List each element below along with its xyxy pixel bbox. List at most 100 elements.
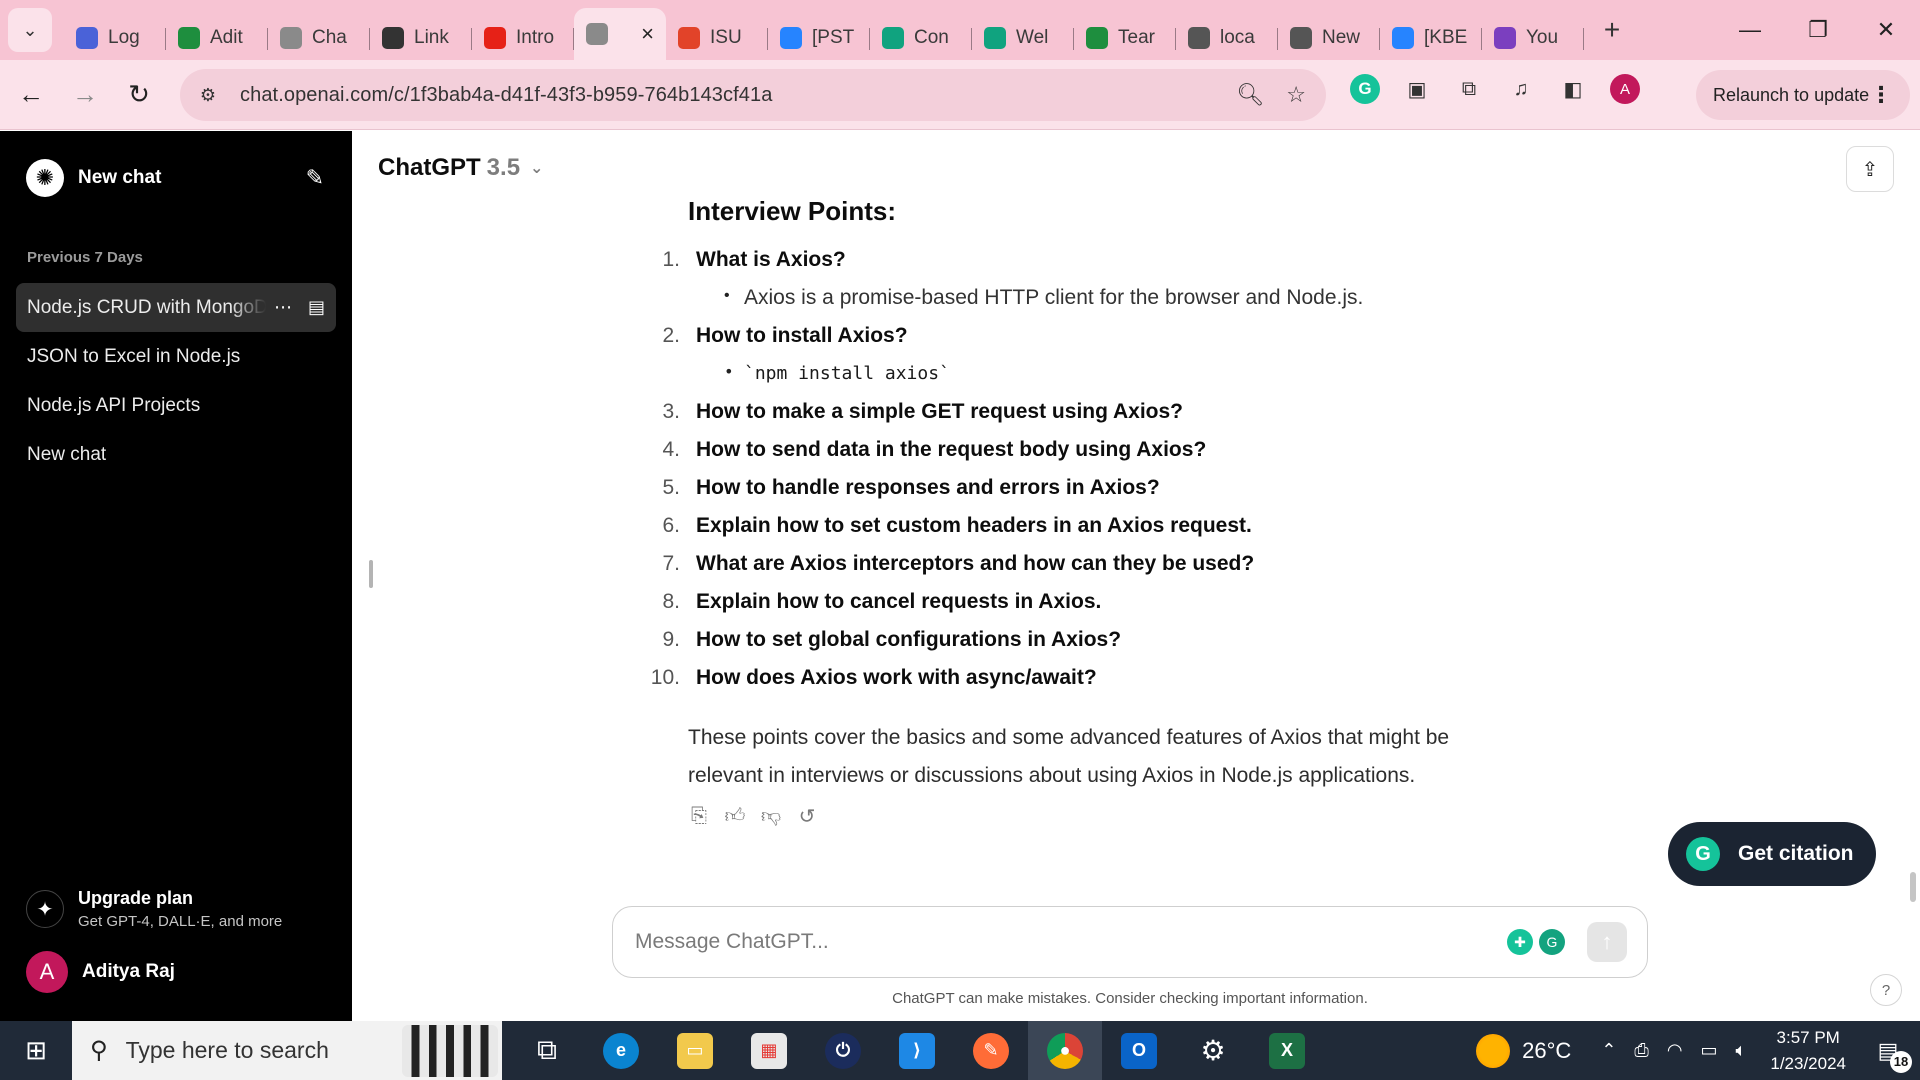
notification-center-button[interactable]: ▤ 18 (1868, 1031, 1912, 1073)
browser-tab[interactable]: Con (870, 16, 972, 60)
history-section-label: Previous 7 Days (27, 249, 143, 266)
speaker-muted-icon[interactable]: 🔈︎ (1736, 1040, 1747, 1061)
user-menu-button[interactable]: A Aditya Raj (16, 943, 336, 1001)
profile-avatar[interactable]: A (1610, 74, 1640, 104)
grammarly-extension-icon[interactable]: G (1350, 74, 1380, 104)
url-text[interactable]: chat.openai.com/c/1f3bab4a-d41f-43f3-b95… (240, 84, 772, 107)
message-input[interactable] (635, 930, 1455, 954)
file-explorer-app[interactable]: ▭ (658, 1021, 732, 1080)
archive-icon[interactable]: ▤ (308, 297, 325, 318)
reload-button[interactable]: ↻ (116, 72, 162, 118)
weather-widget[interactable]: 26°C (1476, 1033, 1571, 1068)
tab-search-button[interactable]: ⌄ (8, 8, 52, 52)
close-window-button[interactable]: ✕ (1852, 0, 1920, 60)
taskbar-search[interactable]: ⚲ Type here to search (72, 1021, 502, 1080)
help-button[interactable]: ? (1870, 974, 1902, 1006)
windows-logo-icon: ⊞ (25, 1035, 47, 1065)
browser-tab[interactable]: Cha (268, 16, 370, 60)
close-tab-icon[interactable]: × (641, 21, 654, 47)
restore-button[interactable]: ❐ (1784, 0, 1852, 60)
thumbs-up-icon[interactable]: 👍︎ (724, 805, 746, 827)
forward-button[interactable]: → (62, 72, 108, 118)
thumbs-down-icon[interactable]: 👎︎ (760, 805, 782, 827)
chrome-icon: ● (1047, 1032, 1083, 1069)
chat-history-item[interactable]: JSON to Excel in Node.js (16, 332, 336, 381)
browser-tab[interactable]: Wel (972, 16, 1074, 60)
chevron-up-icon[interactable]: ⌃ (1601, 1040, 1616, 1061)
edge-app[interactable]: e (584, 1021, 658, 1080)
send-button[interactable]: ↑ (1587, 922, 1627, 962)
copy-icon[interactable]: ⎘ (688, 805, 710, 827)
wifi-icon[interactable]: ◠ (1667, 1040, 1683, 1061)
browser-tab[interactable]: You (1482, 16, 1584, 60)
address-bar[interactable]: ⚙ chat.openai.com/c/1f3bab4a-d41f-43f3-b… (180, 69, 1326, 121)
tab-title: Log (108, 27, 140, 48)
tab-active[interactable]: × (574, 8, 666, 60)
list-item: 9. How to set global configurations in Ax… (662, 621, 1508, 659)
puzzle-extensions-icon[interactable]: ⧉ (1454, 74, 1484, 104)
browser-tab[interactable]: Tear (1074, 16, 1176, 60)
windows-taskbar: ⊞ ⚲ Type here to search ⧉ e ▭ ▦ ⏻ ⟩ ✎ ● … (0, 1021, 1920, 1080)
user-name: Aditya Raj (82, 961, 175, 982)
zoom-icon[interactable]: 🔍︎ (1236, 82, 1264, 108)
side-panel-icon[interactable]: ◧ (1558, 74, 1588, 104)
vscode-app[interactable]: ⟩ (880, 1021, 954, 1080)
relaunch-button[interactable]: Relaunch to update ⋮ (1696, 70, 1910, 120)
compose-icon[interactable]: ✎ (306, 165, 324, 191)
browser-tab[interactable]: ISU (666, 16, 768, 60)
list-item: 2. How to install Axios? `npm install axio… (662, 317, 1508, 393)
grammarly-icon[interactable]: G (1539, 929, 1565, 955)
task-view-button[interactable]: ⧉ (510, 1021, 584, 1080)
tab-title: You (1526, 27, 1559, 48)
task-view-icon: ⧉ (537, 1034, 557, 1065)
list-item: 7. What are Axios interceptors and how ca… (662, 545, 1508, 583)
new-tab-button[interactable]: + (1590, 8, 1634, 52)
regenerate-icon[interactable]: ↺ (796, 805, 818, 828)
bookmark-star-icon[interactable]: ☆ (1286, 82, 1306, 108)
minimize-button[interactable]: — (1716, 0, 1784, 60)
browser-menu-icon[interactable]: ⋮ (1870, 82, 1892, 108)
browser-tab[interactable]: [PST (768, 16, 870, 60)
browser-toolbar: ← → ↻ ⚙ chat.openai.com/c/1f3bab4a-d41f-… (0, 60, 1920, 130)
more-options-icon[interactable]: ⋯ (274, 297, 292, 318)
clock[interactable]: 3:57 PM 1/23/2024 (1770, 1025, 1846, 1077)
chrome-app[interactable]: ● (1028, 1021, 1102, 1080)
browser-tab[interactable]: Intro (472, 16, 574, 60)
close-icon: ✕ (1876, 17, 1896, 42)
browser-tab[interactable]: [KBE (1380, 16, 1482, 60)
message-heading: Interview Points: (688, 196, 897, 226)
scrollbar-thumb[interactable] (1910, 872, 1916, 902)
get-citation-button[interactable]: G Get citation (1668, 822, 1876, 886)
power-automate-app[interactable]: ⏻ (806, 1021, 880, 1080)
list-item: 5. How to handle responses and errors in … (662, 469, 1508, 507)
excel-app[interactable]: X (1250, 1021, 1324, 1080)
outlook-app[interactable]: O (1102, 1021, 1176, 1080)
chat-history-item[interactable]: New chat (16, 430, 336, 479)
battery-icon[interactable]: ▭ (1701, 1040, 1718, 1061)
settings-app[interactable]: ⚙ (1176, 1021, 1250, 1080)
sidebar-toggle-handle[interactable] (369, 560, 373, 588)
site-info-button[interactable]: ⚙ (188, 75, 228, 115)
meet-now-icon[interactable]: ⎙ (1634, 1040, 1648, 1061)
list-number: 2. (662, 324, 680, 347)
browser-tab[interactable]: Log (64, 16, 166, 60)
grammarly-assist-icon[interactable]: ✚ (1507, 929, 1533, 955)
back-button[interactable]: ← (8, 72, 54, 118)
browser-tab[interactable]: Adit (166, 16, 268, 60)
browser-tab[interactable]: Link (370, 16, 472, 60)
browser-tab[interactable]: loca (1176, 16, 1278, 60)
list-number: 10. (650, 666, 680, 689)
model-selector[interactable]: ChatGPT 3.5 ⌄ (378, 154, 543, 182)
start-button[interactable]: ⊞ (0, 1021, 72, 1080)
share-button[interactable]: ⇪ (1846, 146, 1894, 192)
postman-app[interactable]: ✎ (954, 1021, 1028, 1080)
chat-history-item[interactable]: Node.js API Projects (16, 381, 336, 430)
media-control-icon[interactable]: ♫ (1506, 74, 1536, 104)
upgrade-plan-button[interactable]: ✦ Upgrade plan Get GPT-4, DALL·E, and mo… (16, 879, 336, 939)
new-chat-button[interactable]: ✺ New chat ✎ (16, 153, 334, 203)
browser-tab[interactable]: New (1278, 16, 1380, 60)
store-app[interactable]: ▦ (732, 1021, 806, 1080)
list-number: 6. (662, 514, 680, 537)
extension-icon[interactable]: ▣ (1402, 74, 1432, 104)
chat-history-item[interactable]: Node.js CRUD with MongoDB ⋯ ▤ (16, 283, 336, 332)
